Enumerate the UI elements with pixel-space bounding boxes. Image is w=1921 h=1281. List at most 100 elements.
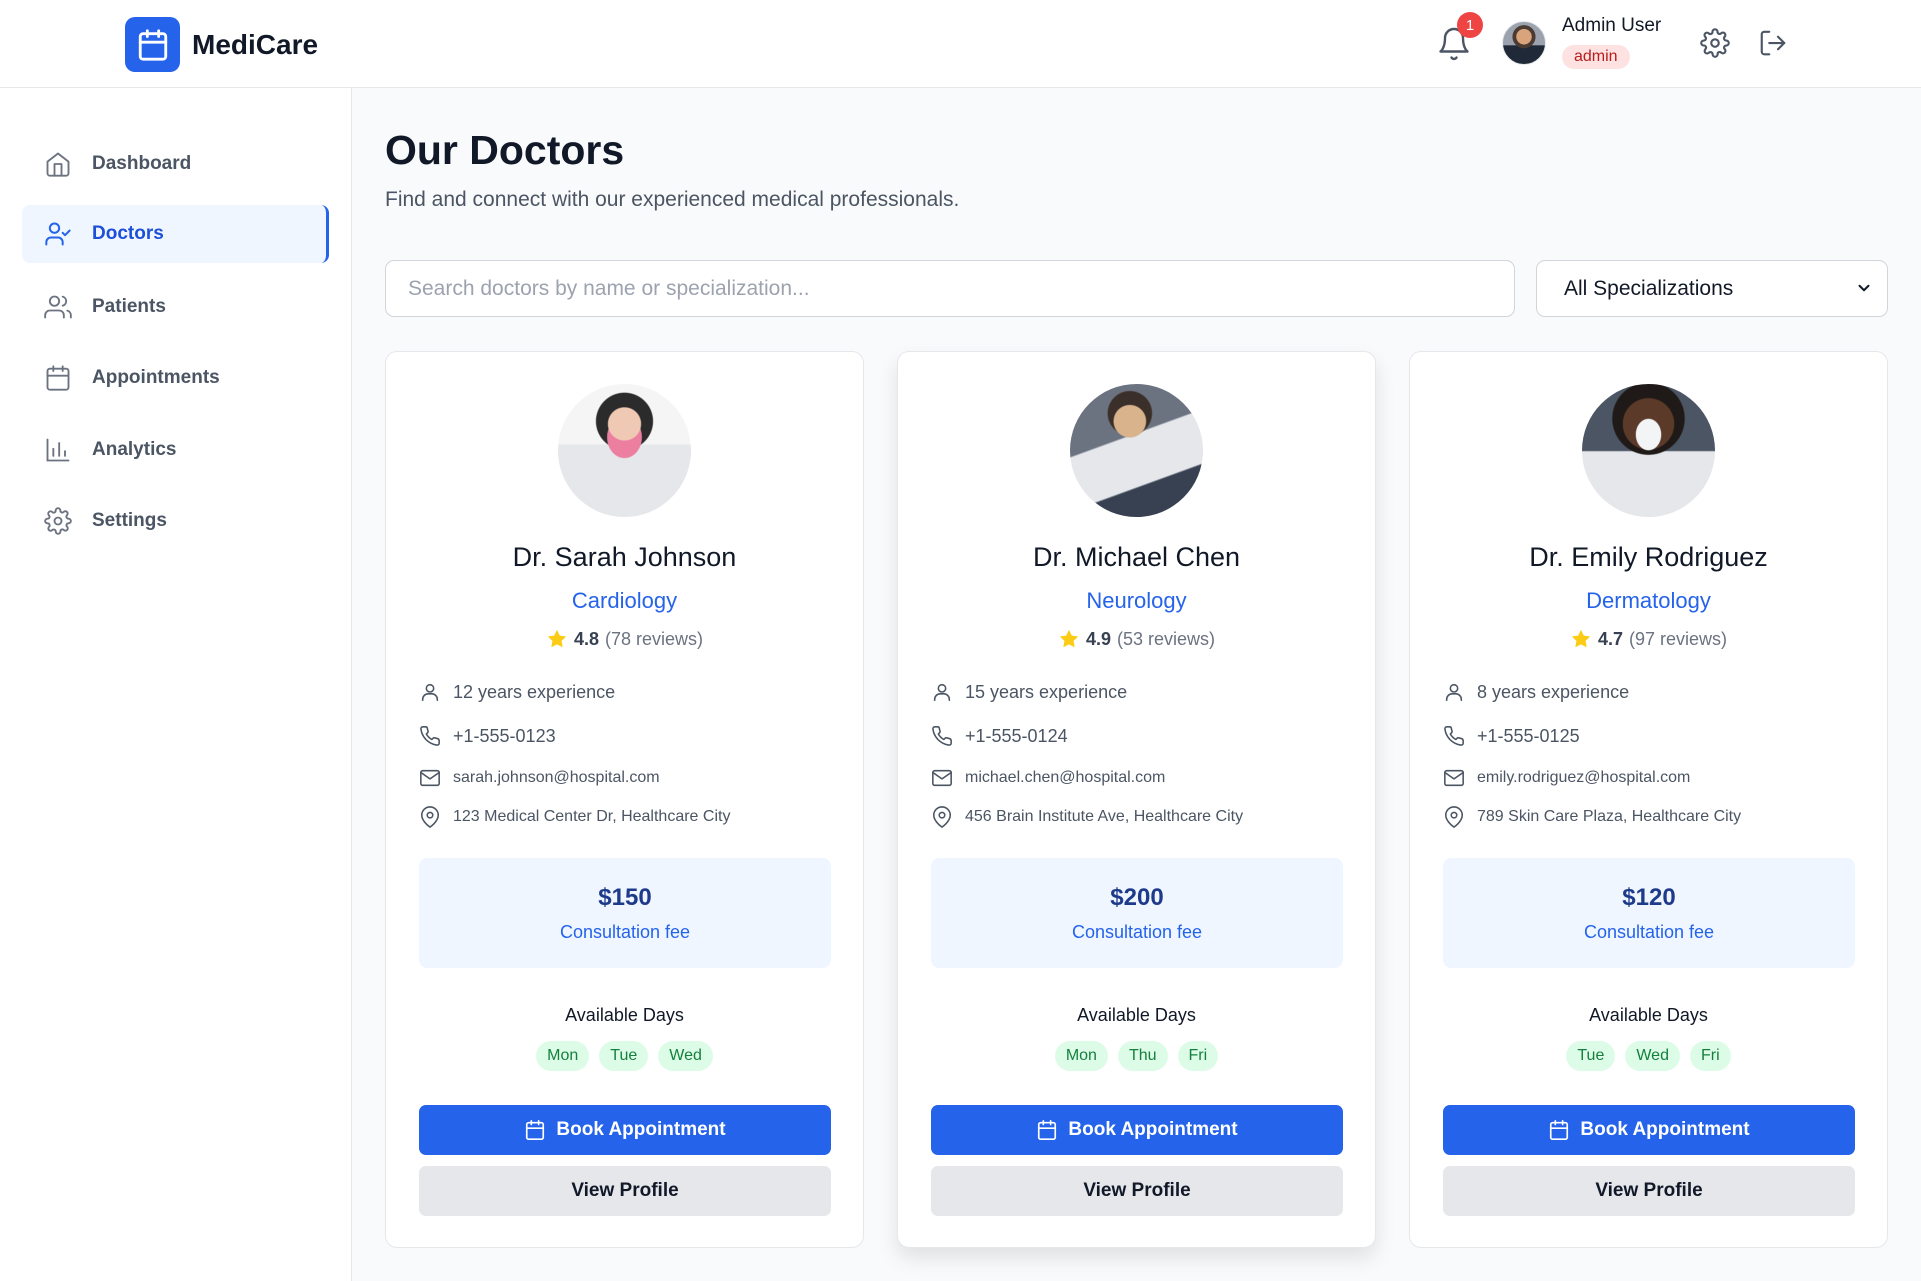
doctor-rating: 4.8 (78 reviews) bbox=[386, 628, 863, 650]
sidebar-item-label: Analytics bbox=[92, 439, 177, 460]
day-badge: Fri bbox=[1689, 1041, 1731, 1071]
book-appointment-button[interactable]: Book Appointment bbox=[419, 1105, 831, 1155]
sidebar-item-appointments[interactable]: Appointments bbox=[22, 349, 329, 407]
calendar-logo-icon bbox=[125, 17, 180, 72]
logout-icon[interactable] bbox=[1758, 28, 1790, 60]
avatar[interactable] bbox=[1502, 21, 1546, 65]
fee-amount: $150 bbox=[598, 884, 652, 911]
phone-icon bbox=[932, 726, 952, 746]
email-text: sarah.johnson@hospital.com bbox=[453, 769, 660, 786]
available-days-title: Available Days bbox=[565, 1005, 684, 1025]
doctor-specialization: Neurology bbox=[1086, 588, 1187, 613]
fee-box: $150 Consultation fee bbox=[419, 858, 831, 968]
user-icon bbox=[1445, 683, 1463, 702]
fee-label: Consultation fee bbox=[559, 922, 691, 942]
star-icon bbox=[1059, 629, 1079, 648]
rating-score: 4.7 bbox=[1597, 628, 1623, 649]
phone-text: +1-555-0124 bbox=[965, 725, 1068, 746]
view-profile-label: View Profile bbox=[1083, 1180, 1191, 1201]
day-badge: Wed bbox=[658, 1041, 713, 1071]
page-title: Our Doctors bbox=[385, 127, 625, 173]
user-icon bbox=[933, 683, 951, 702]
phone-text: +1-555-0125 bbox=[1477, 725, 1580, 746]
day-badge: Wed bbox=[1625, 1041, 1680, 1071]
book-appointment-button[interactable]: Book Appointment bbox=[1443, 1105, 1855, 1155]
role-badge: admin bbox=[1562, 45, 1630, 69]
address-row: 123 Medical Center Dr, Healthcare City bbox=[419, 806, 730, 828]
rating-reviews: (53 reviews) bbox=[1117, 628, 1216, 649]
view-profile-label: View Profile bbox=[571, 1180, 679, 1201]
day-badge: Mon bbox=[1054, 1041, 1108, 1071]
view-profile-button[interactable]: View Profile bbox=[931, 1166, 1343, 1216]
sidebar-item-label: Settings bbox=[92, 510, 167, 531]
email-text: emily.rodriguez@hospital.com bbox=[1477, 769, 1691, 786]
book-appointment-button[interactable]: Book Appointment bbox=[931, 1105, 1343, 1155]
day-badge: Mon bbox=[536, 1041, 590, 1071]
chevron-down-icon bbox=[1858, 284, 1870, 292]
fee-label: Consultation fee bbox=[1583, 922, 1715, 942]
fee-box: $200 Consultation fee bbox=[931, 858, 1343, 968]
user-check-icon bbox=[45, 222, 71, 246]
sidebar-item-doctors[interactable]: Doctors bbox=[22, 205, 329, 263]
fee-box: $120 Consultation fee bbox=[1443, 858, 1855, 968]
experience-row: 15 years experience bbox=[931, 681, 1127, 703]
available-days-title: Available Days bbox=[1589, 1005, 1708, 1025]
star-icon bbox=[547, 629, 567, 648]
doctor-specialization: Cardiology bbox=[571, 588, 678, 613]
phone-row: +1-555-0123 bbox=[419, 725, 556, 747]
rating-reviews: (97 reviews) bbox=[1629, 628, 1728, 649]
doctor-card: Dr. Emily Rodriguez Dermatology 4.7 (97 … bbox=[1409, 351, 1888, 1248]
sidebar-item-label: Appointments bbox=[92, 367, 220, 388]
book-appointment-label: Book Appointment bbox=[556, 1119, 726, 1140]
calendar-icon bbox=[46, 365, 70, 391]
book-appointment-label: Book Appointment bbox=[1068, 1119, 1238, 1140]
available-days-title: Available Days bbox=[1077, 1005, 1196, 1025]
sidebar-item-label: Doctors bbox=[92, 223, 164, 244]
address-row: 789 Skin Care Plaza, Healthcare City bbox=[1443, 806, 1741, 828]
user-name: Admin User bbox=[1562, 15, 1662, 36]
address-text: 123 Medical Center Dr, Healthcare City bbox=[453, 808, 731, 825]
available-days: Mon Tue Wed bbox=[386, 1041, 863, 1071]
book-appointment-label: Book Appointment bbox=[1580, 1119, 1750, 1140]
address-text: 456 Brain Institute Ave, Healthcare City bbox=[965, 808, 1244, 825]
rating-score: 4.9 bbox=[1085, 628, 1111, 649]
search-input[interactable] bbox=[385, 260, 1515, 317]
specialization-select[interactable]: All Specializations bbox=[1536, 260, 1888, 317]
phone-icon bbox=[420, 726, 440, 746]
app-logo[interactable]: MediCare bbox=[125, 17, 318, 72]
app-name: MediCare bbox=[192, 28, 319, 60]
user-icon bbox=[421, 683, 439, 702]
map-pin-icon bbox=[932, 806, 952, 828]
sidebar: Dashboard Doctors Patients Appointments … bbox=[0, 88, 352, 1281]
fee-label: Consultation fee bbox=[1071, 922, 1203, 942]
sidebar-item-patients[interactable]: Patients bbox=[22, 278, 329, 336]
fee-amount: $120 bbox=[1622, 884, 1676, 911]
day-badge: Tue bbox=[1566, 1041, 1616, 1071]
view-profile-button[interactable]: View Profile bbox=[1443, 1166, 1855, 1216]
map-pin-icon bbox=[1444, 806, 1464, 828]
page-subtitle: Find and connect with our experienced me… bbox=[385, 188, 960, 211]
gear-icon[interactable] bbox=[1700, 28, 1732, 60]
experience-text: 8 years experience bbox=[1477, 681, 1630, 702]
star-icon bbox=[1571, 629, 1591, 648]
experience-text: 15 years experience bbox=[965, 681, 1128, 702]
calendar-icon bbox=[526, 1120, 545, 1140]
mail-icon bbox=[420, 769, 440, 787]
sidebar-item-label: Dashboard bbox=[92, 153, 192, 174]
doctor-name: Dr. Sarah Johnson bbox=[512, 542, 737, 572]
doctor-rating: 4.9 (53 reviews) bbox=[898, 628, 1375, 650]
sidebar-item-analytics[interactable]: Analytics bbox=[22, 421, 329, 479]
bar-chart-icon bbox=[46, 438, 70, 462]
day-badge: Fri bbox=[1177, 1041, 1219, 1071]
email-row: sarah.johnson@hospital.com bbox=[419, 767, 660, 789]
available-days: Tue Wed Fri bbox=[1410, 1041, 1887, 1071]
sidebar-item-settings[interactable]: Settings bbox=[22, 492, 329, 550]
sidebar-item-dashboard[interactable]: Dashboard bbox=[22, 135, 329, 193]
doctor-rating: 4.7 (97 reviews) bbox=[1410, 628, 1887, 650]
experience-text: 12 years experience bbox=[453, 681, 616, 702]
view-profile-button[interactable]: View Profile bbox=[419, 1166, 831, 1216]
sidebar-item-label: Patients bbox=[92, 296, 166, 317]
email-row: emily.rodriguez@hospital.com bbox=[1443, 767, 1690, 789]
specialization-select-value: All Specializations bbox=[1564, 276, 1734, 300]
address-text: 789 Skin Care Plaza, Healthcare City bbox=[1477, 808, 1742, 825]
